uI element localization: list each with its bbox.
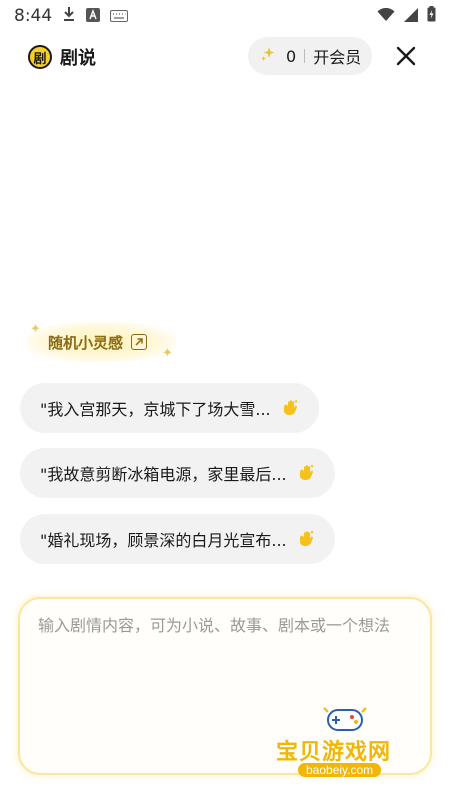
- suggestion-chip[interactable]: "我入宫那天，京城下了场大雪...: [20, 383, 319, 433]
- clap-hand-icon: [283, 399, 298, 415]
- status-right: [377, 6, 436, 26]
- status-bar: 8:44: [0, 0, 450, 32]
- points-count: 0: [286, 46, 297, 66]
- battery-icon: [427, 6, 436, 26]
- a-icon: [86, 7, 101, 26]
- brand-logo-icon: 剧: [28, 45, 52, 69]
- random-inspiration-button[interactable]: 随机小灵感: [26, 322, 176, 362]
- download-icon: [62, 6, 76, 26]
- clap-hand-icon: [299, 530, 314, 546]
- suggestion-chip[interactable]: "我故意剪断冰箱电源，家里最后...: [20, 448, 335, 498]
- suggestion-text: "婚礼现场，顾景深的白月光宣布...: [40, 531, 287, 550]
- signal-icon: [403, 7, 419, 26]
- suggestion-text: "我故意剪断冰箱电源，家里最后...: [40, 465, 287, 484]
- clap-hand-icon: [299, 464, 314, 480]
- app-header: 剧 剧说 0 开会员: [0, 34, 450, 78]
- wifi-icon: [377, 7, 395, 26]
- keyboard-icon: [110, 7, 129, 26]
- status-time: 8:44: [14, 6, 53, 26]
- close-button[interactable]: [392, 42, 420, 70]
- vip-label: 开会员: [313, 48, 362, 67]
- pill-divider: [304, 49, 306, 63]
- brand: 剧 剧说: [28, 44, 96, 70]
- sparkle-icon: [260, 46, 276, 66]
- suggestion-chip[interactable]: "婚礼现场，顾景深的白月光宣布...: [20, 514, 335, 564]
- brand-name: 剧说: [60, 48, 96, 69]
- arrow-up-right-icon: [131, 334, 148, 350]
- plot-input-container: [18, 597, 432, 775]
- status-left: 8:44: [14, 6, 129, 26]
- vip-pill-button[interactable]: 0 开会员: [248, 37, 372, 75]
- plot-input[interactable]: [36, 611, 420, 735]
- inspiration-label: 随机小灵感: [48, 333, 124, 352]
- close-icon: [396, 46, 416, 66]
- suggestion-text: "我入宫那天，京城下了场大雪...: [40, 400, 271, 419]
- star-decoration-icon: ✦: [162, 346, 173, 361]
